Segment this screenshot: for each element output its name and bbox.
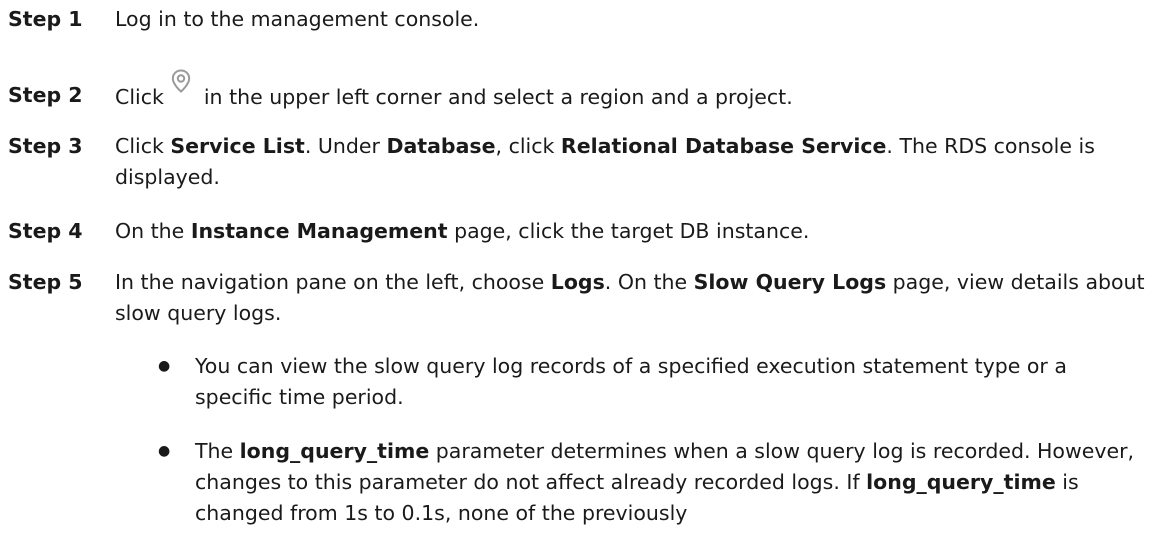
step-text: Click in the upper left corner and select… [115, 69, 1148, 113]
bullet-item: ● You can view the slow query log record… [158, 351, 1144, 413]
step-label: Step 4 [8, 219, 83, 243]
step-text-part: Click [115, 85, 164, 109]
step-text-part: in the upper left corner and select a re… [203, 85, 793, 109]
bullet-text-part: The [195, 439, 240, 463]
ui-term: Relational Database Service [560, 134, 887, 158]
parameter-name: long_query_time [239, 439, 430, 463]
step-label: Step 5 [8, 270, 83, 294]
step-label: Step 1 [8, 7, 83, 31]
ui-term: Database [386, 134, 496, 158]
step-text-part: In the navigation pane on the left, choo… [115, 270, 551, 294]
bullet-text: You can view the slow query log records … [195, 354, 1067, 409]
step-text-part: . On the [604, 270, 694, 294]
parameter-name: long_query_time [866, 470, 1056, 494]
step-5: Step 5 In the navigation pane on the lef… [8, 267, 1148, 329]
step-text-part: , click [495, 134, 561, 158]
step-1: Step 1 Log in to the management console. [8, 4, 1148, 35]
ui-term: Slow Query Logs [693, 270, 887, 294]
bullet-symbol: ● [158, 443, 171, 459]
location-pin-icon [168, 68, 194, 94]
step-label: Step 2 [8, 83, 83, 107]
step-3: Step 3 Click Service List. Under Databas… [8, 131, 1148, 193]
step-2: Step 2 Click in the upper left corner and… [8, 69, 1148, 113]
bullet-text: The long_query_time parameter determines… [195, 436, 1144, 529]
step-text-part: page, click the target DB instance. [447, 219, 810, 243]
step-label: Step 3 [8, 134, 83, 158]
step-text: Click Service List. Under Database, clic… [115, 131, 1148, 193]
step-text-part: On the [115, 219, 191, 243]
ui-term: Service List [170, 134, 305, 158]
step-text: In the navigation pane on the left, choo… [115, 267, 1148, 329]
step-text: Log in to the management console. [115, 7, 480, 31]
ui-term: Logs [550, 270, 605, 294]
bullet-symbol: ● [158, 358, 171, 374]
bullet-item: ● The long_query_time parameter determin… [158, 436, 1144, 529]
ui-term: Instance Management [190, 219, 448, 243]
step-text: On the Instance Management page, click t… [115, 216, 1148, 247]
step-4: Step 4 On the Instance Management page, … [8, 216, 1148, 247]
step-text-part: . Under [304, 134, 387, 158]
step-text-part: Click [115, 134, 171, 158]
